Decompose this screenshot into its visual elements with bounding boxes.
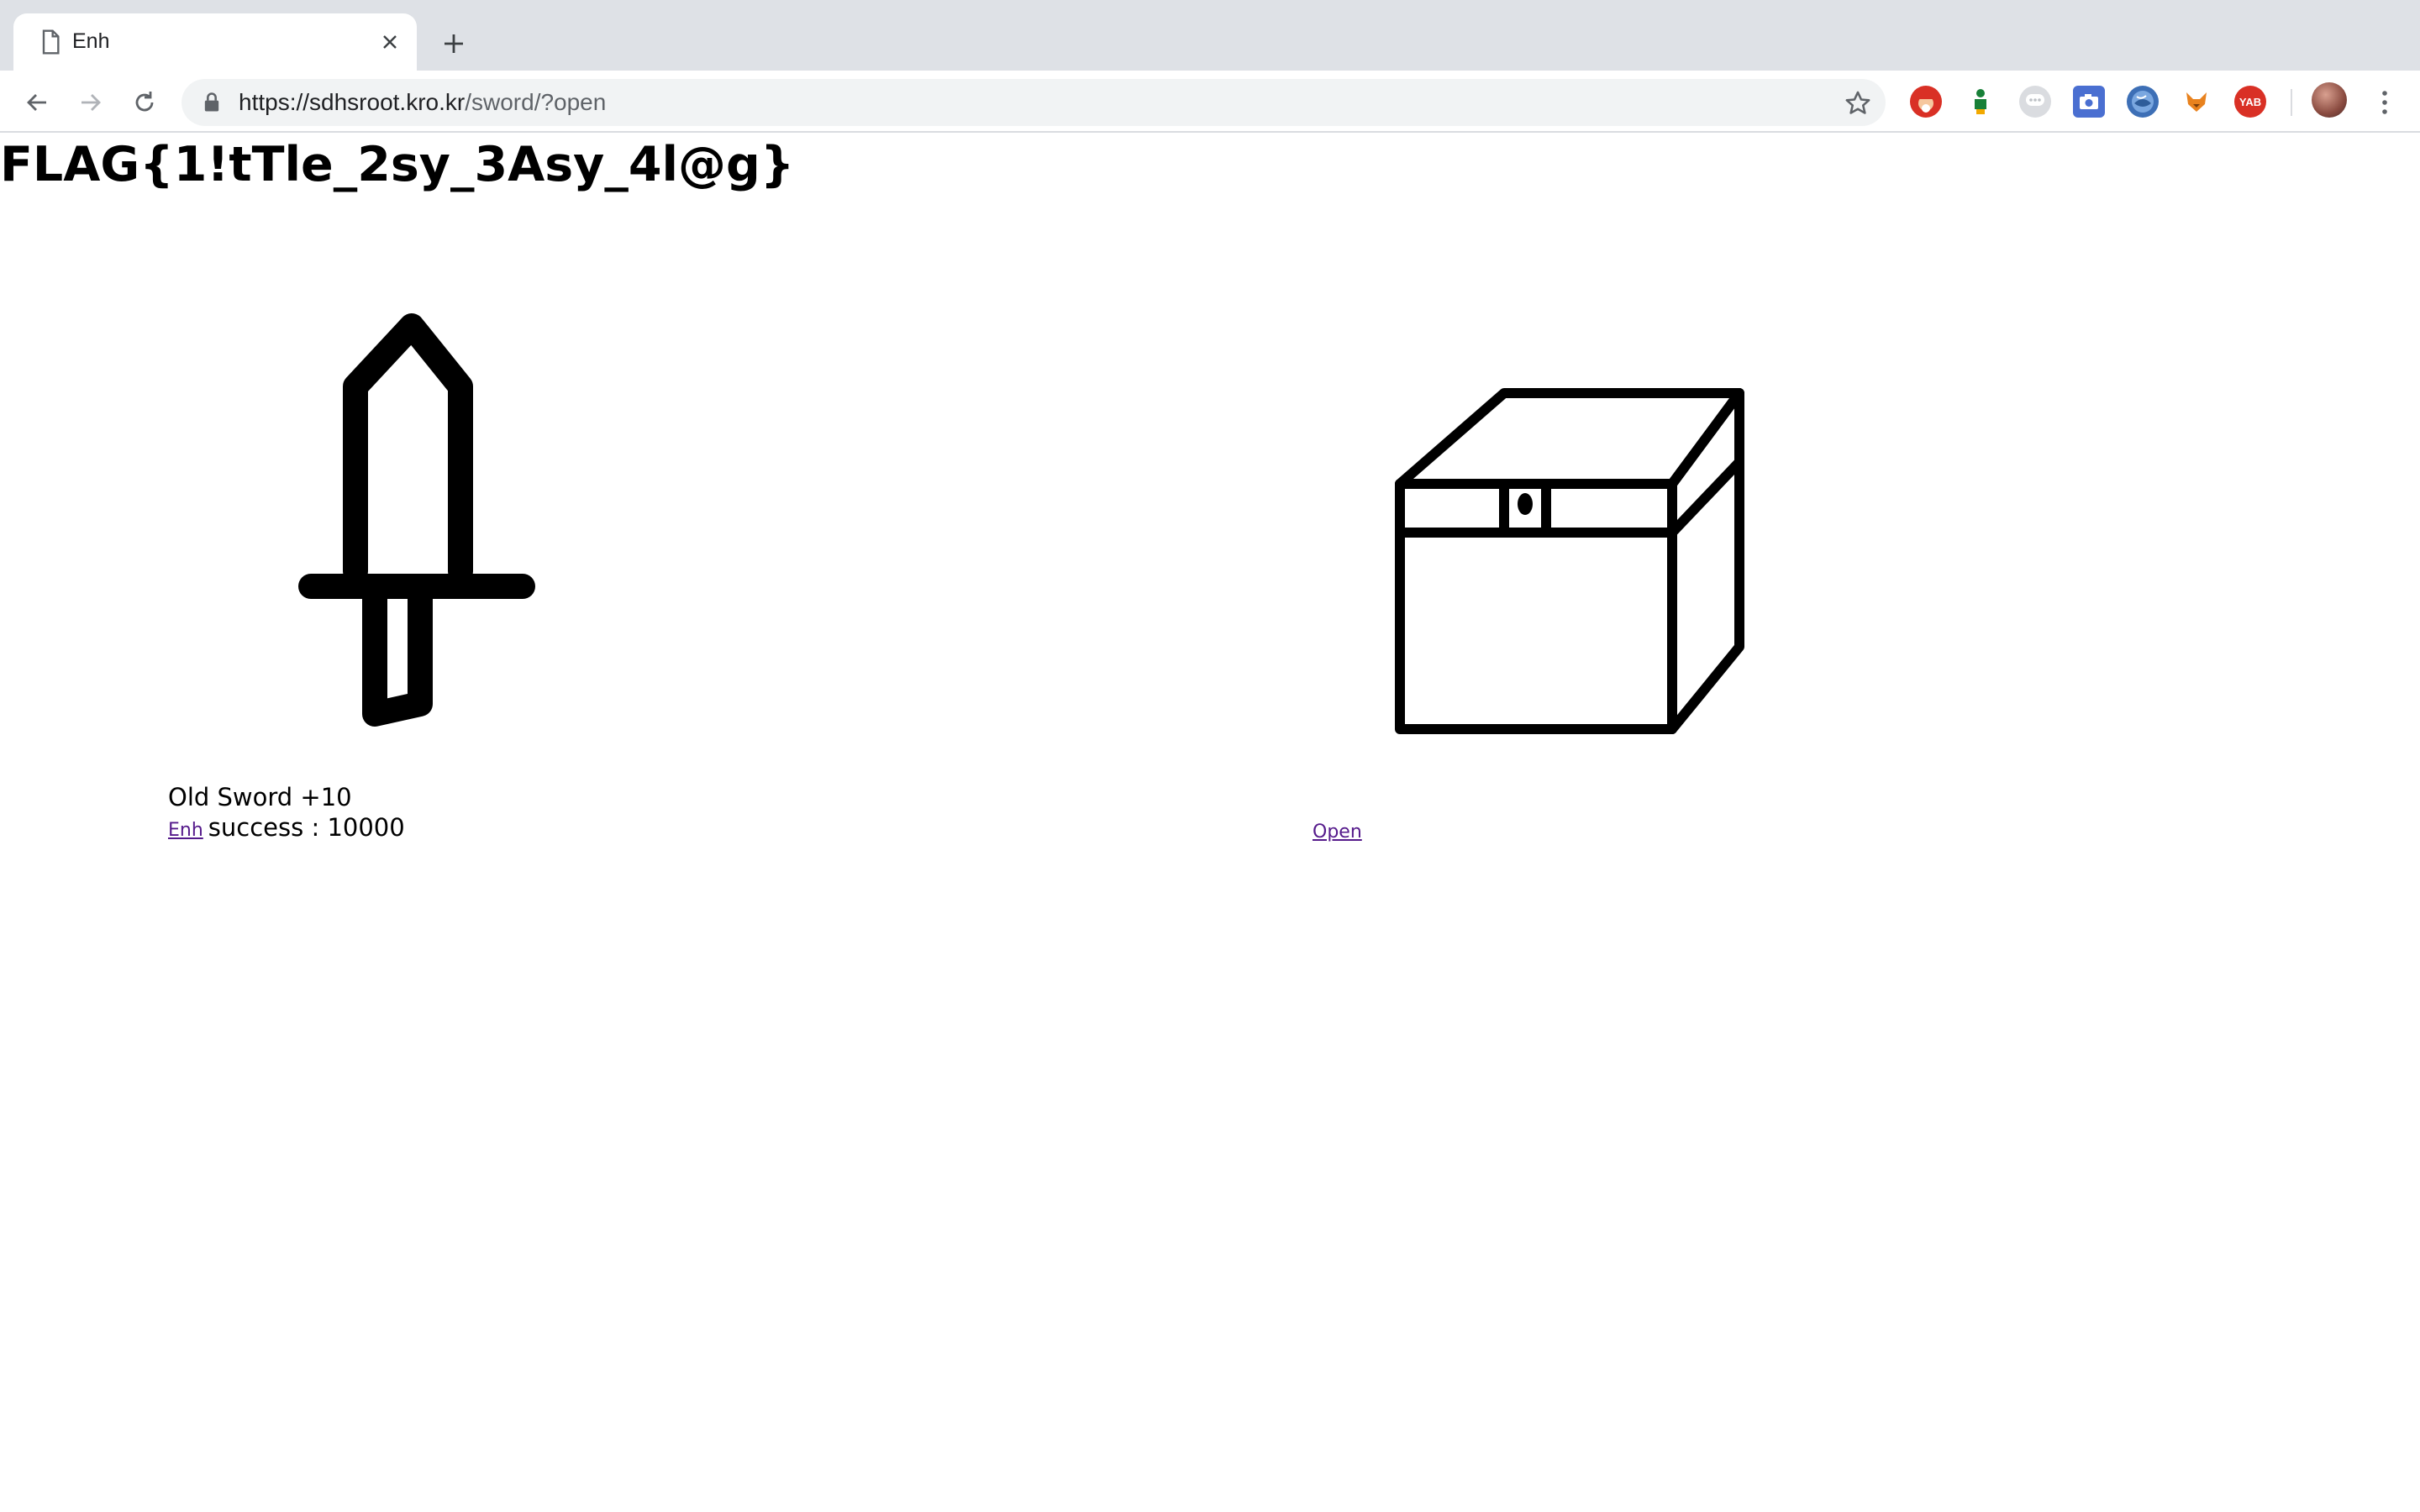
new-tab-button[interactable]	[434, 24, 474, 64]
url-host: https://sdhsroot.kro.kr	[239, 89, 466, 115]
toolbar-separator	[2291, 89, 2292, 116]
yab-extension-icon[interactable]: YAB	[2234, 86, 2266, 118]
reload-button[interactable]	[124, 82, 165, 123]
forward-button[interactable]	[71, 82, 111, 123]
enh-link[interactable]: Enh	[168, 820, 203, 841]
browser-tab[interactable]: Enh	[13, 13, 417, 71]
green-figure-extension-icon[interactable]	[1965, 86, 1996, 118]
success-count: success : 10000	[208, 813, 405, 842]
fox-extension-icon[interactable]	[2181, 86, 2212, 118]
sword-image	[298, 313, 535, 727]
browser-menu-button[interactable]	[2368, 82, 2402, 123]
browser-toolbar: https://sdhsroot.kro.kr/sword/?open YAB	[0, 71, 2420, 133]
flag-heading: FLAG{1!tTle_2sy_3Asy_4l@g}	[0, 137, 795, 192]
tab-title: Enh	[72, 29, 110, 53]
chat-bubble-extension-icon[interactable]	[2019, 86, 2051, 118]
yab-extension-label: YAB	[2238, 95, 2262, 108]
back-button[interactable]	[17, 82, 57, 123]
page-content: FLAG{1!tTle_2sy_3Asy_4l@g} Old Sword +10…	[0, 134, 2420, 1512]
url-text: https://sdhsroot.kro.kr/sword/?open	[239, 87, 606, 118]
document-icon	[42, 29, 60, 55]
arrow-left-icon	[27, 94, 46, 111]
address-bar[interactable]: https://sdhsroot.kro.kr/sword/?open	[182, 79, 1886, 126]
tab-strip: Enh	[0, 0, 2420, 71]
reload-icon	[135, 92, 154, 112]
url-path: /sword/?open	[465, 89, 607, 115]
globe-extension-icon[interactable]	[2127, 86, 2159, 118]
close-icon[interactable]	[373, 25, 407, 59]
bookmark-star-icon[interactable]	[1844, 89, 1872, 118]
more-vertical-icon	[2382, 91, 2387, 114]
open-link[interactable]: Open	[1313, 822, 1362, 843]
santa-extension-icon[interactable]	[1910, 86, 1942, 118]
chest-image	[1395, 388, 1744, 734]
camera-extension-icon[interactable]	[2073, 86, 2105, 118]
lock-icon	[204, 92, 219, 112]
item-name: Old Sword +10	[168, 783, 352, 811]
plus-icon	[445, 34, 463, 53]
enhance-row: Enh success : 10000	[168, 813, 405, 842]
profile-avatar[interactable]	[2312, 82, 2347, 118]
arrow-right-icon	[82, 94, 101, 111]
